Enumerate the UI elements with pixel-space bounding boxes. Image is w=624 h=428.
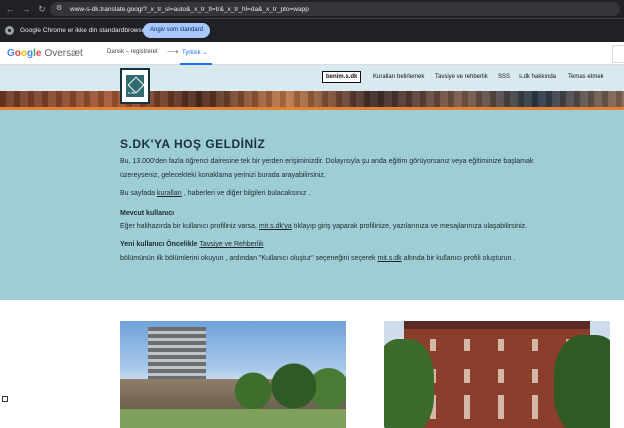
existing-text-pre: Eğer halihazırda bir kullanıcı profilini… — [120, 223, 259, 230]
new-user-line-2: bölümünün ilk bölümlerini okuyun , ardın… — [120, 255, 515, 262]
new-user-heading: Yeni kullanıcı Öncelikle — [120, 241, 200, 248]
page-title: S.DK'YA HOŞ GELDİNİZ — [120, 137, 266, 151]
nav-item-advice[interactable]: Tavsiye ve rehberlik — [435, 68, 488, 86]
infobar-text: Google Chrome er ikke din standardbrowse… — [20, 27, 148, 34]
intro-line-2: üzereyseniz, gelecekteki konaklama yerin… — [120, 172, 326, 179]
info-paragraph: Bu sayfada kuralları , haberleri ve diğe… — [120, 190, 310, 197]
translate-product-name: Oversæt — [44, 48, 83, 59]
reload-icon[interactable]: ↻ — [36, 3, 48, 15]
source-language-tab[interactable]: Dansk – registreret — [107, 49, 158, 55]
browser-address-bar: ← → ↻ ⚙ www-s-dk.translate.goog/?_x_tr_s… — [0, 0, 624, 18]
mit-sdk-link[interactable]: mit.s.dk'ya — [259, 223, 292, 230]
intro-line-1: Bu, 13.000'den fazla öğrenci dairesine t… — [120, 158, 534, 165]
existing-user-heading: Mevcut kullanıcı — [120, 210, 175, 217]
chrome-icon — [5, 26, 14, 35]
info-text-post: , haberleri ve diğer bilgileri bulacaksı… — [181, 190, 311, 197]
dormitory-photo-2[interactable] — [384, 321, 610, 428]
target-language-tab[interactable]: Tyrkisk ⌄ — [182, 49, 207, 56]
forward-icon[interactable]: → — [20, 3, 32, 15]
translate-menu-button[interactable] — [612, 45, 624, 63]
new-text-pre: bölümünün ilk bölümlerini okuyun , ardın… — [120, 255, 378, 262]
advice-guidance-link[interactable]: Tavsiye ve Rehberlik — [199, 241, 263, 248]
nav-item-about[interactable]: s.dk hakkında — [519, 68, 556, 86]
site-logo[interactable] — [120, 68, 150, 104]
nav-label[interactable]: Temas etmek — [568, 74, 604, 80]
photo-tree-left — [384, 339, 434, 428]
new-text-post: altında bir kullanıcı profili oluşturun … — [401, 255, 516, 262]
arrow-right-icon: ⟶ — [167, 47, 179, 56]
back-icon[interactable]: ← — [4, 3, 16, 15]
nav-label[interactable]: s.dk hakkında — [519, 74, 556, 80]
url-field[interactable]: ⚙ www-s-dk.translate.goog/?_x_tr_sl=auto… — [50, 2, 620, 16]
nav-item-benim[interactable]: benim.s.dk — [322, 68, 362, 86]
nav-item-contact[interactable]: Temas etmek — [568, 68, 604, 86]
nav-item-faq[interactable]: SSS — [498, 68, 510, 86]
new-user-line-1: Yeni kullanıcı Öncelikle Tavsiye ve Rehb… — [120, 241, 264, 248]
existing-user-text: Eğer halihazırda bir kullanıcı profilini… — [120, 223, 527, 230]
photo-trees — [230, 361, 346, 411]
site-info-icon[interactable]: ⚙ — [56, 5, 64, 13]
nav-label[interactable]: SSS — [498, 74, 510, 80]
dormitory-photo-1[interactable] — [120, 321, 346, 428]
photo-wall-band-2 — [416, 383, 576, 395]
url-text[interactable]: www-s-dk.translate.goog/?_x_tr_sl=auto&_… — [70, 6, 309, 13]
existing-text-post: tıklayıp giriş yaparak profilinize, yazı… — [291, 223, 528, 230]
photo-tree-right — [554, 335, 610, 428]
rules-link[interactable]: kuralları — [157, 190, 182, 197]
google-translate-bar: Google Oversæt Dansk – registreret ⟶ Tyr… — [0, 43, 624, 65]
hero-image-texture — [0, 91, 624, 107]
nav-label[interactable]: Tavsiye ve rehberlik — [435, 74, 488, 80]
default-browser-infobar: Google Chrome er ikke din standardbrowse… — [0, 18, 624, 42]
nav-item-rules[interactable]: Kuralları belirlemek — [373, 68, 424, 86]
nav-label[interactable]: Kuralları belirlemek — [373, 74, 424, 80]
info-text-pre: Bu sayfada — [120, 190, 157, 197]
photo-wall-band — [416, 351, 576, 369]
google-logo-letter: G — [7, 48, 15, 59]
photo-hedge — [120, 409, 346, 428]
mit-sdk-link-2[interactable]: mit.s.dk — [378, 255, 402, 262]
scroll-handle[interactable] — [2, 396, 8, 402]
nav-label[interactable]: benim.s.dk — [322, 71, 362, 83]
welcome-section — [0, 110, 624, 300]
set-default-button[interactable]: Angiv som standard — [143, 23, 211, 38]
logo-mark-icon — [126, 75, 144, 97]
google-logo: Google — [7, 48, 41, 59]
google-logo-letter: e — [35, 48, 42, 59]
